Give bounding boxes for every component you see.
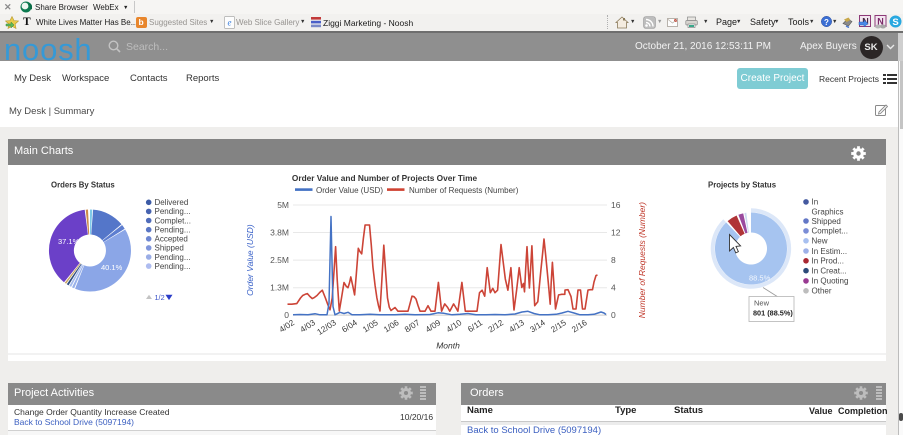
- svg-text:2/12: 2/12: [486, 317, 505, 334]
- svg-text:6/04: 6/04: [340, 317, 359, 334]
- svg-text:37.1%: 37.1%: [58, 237, 80, 246]
- svg-text:In Quoting: In Quoting: [812, 276, 849, 285]
- svg-text:?: ?: [824, 18, 829, 27]
- svg-text:4/03: 4/03: [298, 317, 317, 334]
- svg-text:S: S: [892, 17, 898, 28]
- svg-text:New: New: [812, 236, 828, 245]
- svg-text:4/13: 4/13: [507, 317, 526, 334]
- svg-text:Number of Requests (Number): Number of Requests (Number): [409, 185, 519, 194]
- svg-text:Number of Requests (Number): Number of Requests (Number): [637, 201, 647, 317]
- svg-text:In Prod...: In Prod...: [812, 256, 844, 265]
- svg-text:Complet...: Complet...: [812, 226, 848, 235]
- svg-text:16: 16: [611, 199, 621, 209]
- svg-text:4/02: 4/02: [277, 317, 296, 334]
- svg-text:Pending...: Pending...: [155, 225, 191, 234]
- svg-text:Shipped: Shipped: [812, 216, 841, 225]
- svg-text:40.1%: 40.1%: [101, 263, 123, 272]
- svg-text:4: 4: [611, 282, 616, 292]
- svg-text:Pending...: Pending...: [155, 252, 191, 261]
- svg-text:Order Value (USD): Order Value (USD): [245, 224, 255, 296]
- svg-text:Delivered: Delivered: [155, 198, 189, 207]
- svg-text:Order Value and Number of Proj: Order Value and Number of Projects Over …: [292, 173, 478, 183]
- svg-text:12/03: 12/03: [315, 317, 338, 337]
- svg-text:Order Value (USD): Order Value (USD): [316, 185, 383, 194]
- svg-text:Pending...: Pending...: [155, 207, 191, 216]
- svg-text:Orders By Status: Orders By Status: [51, 180, 115, 189]
- svg-text:New: New: [754, 298, 770, 307]
- svg-text:2/16: 2/16: [570, 317, 589, 334]
- svg-text:Other: Other: [812, 286, 832, 295]
- svg-text:Complet...: Complet...: [155, 216, 191, 225]
- svg-text:8/07: 8/07: [402, 317, 421, 334]
- svg-text:Graphics: Graphics: [812, 207, 844, 216]
- svg-text:0: 0: [611, 309, 616, 319]
- svg-text:e: e: [228, 18, 232, 28]
- svg-text:1.3M: 1.3M: [270, 282, 289, 292]
- svg-text:Accepted: Accepted: [155, 234, 188, 243]
- svg-text:1/05: 1/05: [361, 317, 380, 334]
- svg-text:2/15: 2/15: [549, 317, 568, 334]
- svg-text:1/2: 1/2: [155, 292, 165, 301]
- svg-text:5M: 5M: [277, 199, 289, 209]
- svg-text:4/10: 4/10: [444, 317, 463, 334]
- svg-text:4/09: 4/09: [423, 317, 442, 334]
- svg-text:88.5%: 88.5%: [749, 273, 771, 282]
- svg-text:801 (88.5%): 801 (88.5%): [753, 308, 793, 317]
- svg-text:In Estim...: In Estim...: [812, 246, 848, 255]
- svg-text:3/14: 3/14: [528, 317, 547, 334]
- svg-text:Pending...: Pending...: [155, 261, 191, 270]
- svg-text:2.5M: 2.5M: [270, 254, 289, 264]
- svg-text:Projects by Status: Projects by Status: [708, 180, 777, 189]
- svg-text:1/06: 1/06: [382, 317, 401, 334]
- svg-text:12: 12: [611, 227, 621, 237]
- svg-text:3.8M: 3.8M: [270, 227, 289, 237]
- svg-text:Month: Month: [436, 340, 460, 350]
- svg-text:Shipped: Shipped: [155, 243, 184, 252]
- svg-text:8: 8: [611, 254, 616, 264]
- svg-text:6/11: 6/11: [466, 317, 485, 334]
- svg-text:In Creat...: In Creat...: [812, 266, 847, 275]
- svg-text:In: In: [812, 197, 819, 206]
